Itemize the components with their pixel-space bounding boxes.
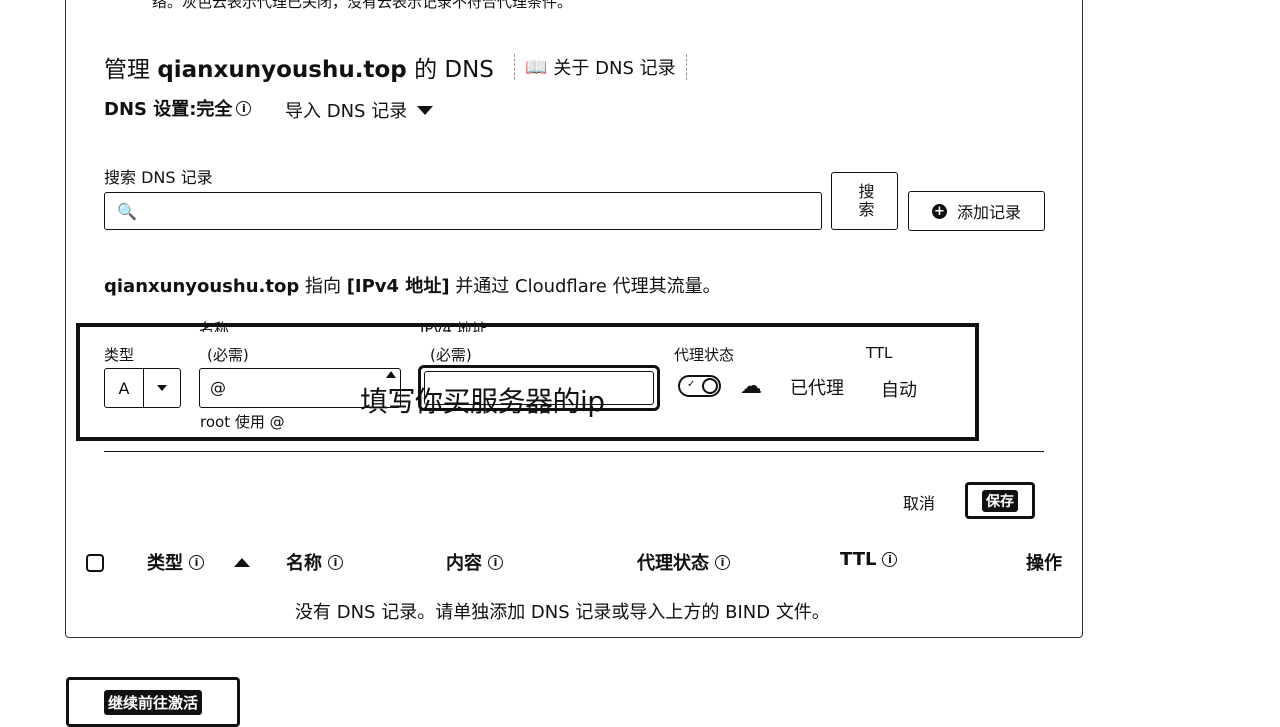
info-icon: i	[715, 554, 730, 570]
divider	[104, 451, 1044, 452]
about-dns-records-link[interactable]: 📖 关于 DNS 记录	[514, 54, 687, 80]
plus-circle-icon: +	[931, 203, 947, 219]
page-title: 管理 qianxunyoushu.top 的 DNS	[104, 50, 494, 84]
proxy-note-target: [IPv4 地址]	[346, 276, 450, 297]
ipv4-required: (必需)	[430, 346, 472, 364]
add-record-label: 添加记录	[956, 203, 1021, 222]
info-icon: i	[328, 554, 343, 570]
ipv4-label: IPv4 地址	[420, 320, 487, 332]
proxy-note-text1: 指向	[304, 276, 341, 297]
proxy-note-domain: qianxunyoushu.top	[104, 276, 300, 297]
ttl-value[interactable]: 自动	[881, 376, 917, 402]
title-prefix: 管理	[104, 57, 150, 83]
search-button[interactable]: 搜索	[831, 172, 898, 230]
table-header: 类型 i 名称 i 内容 i 代理状态 i TTL i 操作	[0, 549, 1280, 577]
import-label: 导入 DNS 记录	[285, 101, 408, 122]
proxy-note: qianxunyoushu.top 指向 [IPv4 地址] 并通过 Cloud…	[104, 272, 721, 298]
check-icon: ✓	[687, 379, 696, 390]
caret-up-icon	[386, 371, 396, 378]
continue-label: 继续前往激活	[103, 689, 202, 715]
proxy-note-text2: 并通过 Cloudflare 代理其流量。	[455, 276, 721, 297]
sort-up-icon	[234, 557, 250, 567]
column-actions: 操作	[1026, 553, 1062, 574]
title-domain: qianxunyoushu.top	[157, 57, 407, 83]
proxy-toggle[interactable]: ✓	[678, 375, 721, 397]
import-dns-records-dropdown[interactable]: 导入 DNS 记录	[285, 97, 434, 123]
empty-table-message: 没有 DNS 记录。请单独添加 DNS 记录或导入上方的 BIND 文件。	[295, 602, 830, 623]
chevron-down-icon	[144, 369, 180, 407]
name-value: @	[210, 378, 226, 397]
save-label: 保存	[982, 489, 1018, 512]
dns-setting-status: DNS 设置:完全 i	[104, 95, 252, 121]
column-type[interactable]: 类型 i	[147, 549, 250, 575]
column-name[interactable]: 名称 i	[286, 549, 343, 575]
name-hint: root 使用 @	[200, 413, 285, 431]
ttl-label: TTL	[866, 344, 893, 362]
add-record-button[interactable]: + 添加记录	[908, 191, 1045, 231]
info-icon: i	[882, 552, 898, 567]
type-label: 类型	[104, 346, 135, 364]
proxy-status-label: 代理状态	[674, 346, 735, 364]
about-dns-label: 关于 DNS 记录	[553, 58, 676, 79]
cloud-icon: ☁	[740, 374, 762, 399]
cancel-button[interactable]: 取消	[903, 490, 935, 514]
continue-activation-button[interactable]: 继续前往激活	[66, 677, 240, 727]
title-suffix: 的 DNS	[414, 57, 494, 83]
type-select[interactable]: A	[104, 368, 181, 408]
column-proxy-status[interactable]: 代理状态 i	[637, 549, 730, 575]
name-label: 名称	[199, 320, 230, 332]
type-value: A	[105, 369, 144, 407]
annotation-text: 填写你买服务器的ip	[360, 385, 605, 418]
column-content[interactable]: 内容 i	[446, 549, 503, 575]
dns-setting-label: DNS 设置:完全	[104, 99, 233, 120]
column-ttl[interactable]: TTL i	[840, 549, 898, 570]
proxy-status-value: 已代理	[790, 378, 844, 399]
proxy-legend-text: 络。灰色云表示代理已关闭，没有云表示记录不符合代理条件。	[152, 0, 573, 11]
info-icon: i	[189, 554, 204, 570]
info-icon: i	[488, 554, 503, 570]
save-button[interactable]: 保存	[965, 482, 1035, 519]
info-icon[interactable]: i	[236, 100, 252, 116]
book-icon: 📖	[525, 56, 548, 78]
name-required: (必需)	[207, 346, 249, 364]
search-input[interactable]: 🔍	[104, 192, 822, 230]
chevron-down-icon	[417, 105, 434, 115]
search-icon: 🔍	[117, 202, 137, 221]
search-label: 搜索 DNS 记录	[104, 168, 213, 187]
